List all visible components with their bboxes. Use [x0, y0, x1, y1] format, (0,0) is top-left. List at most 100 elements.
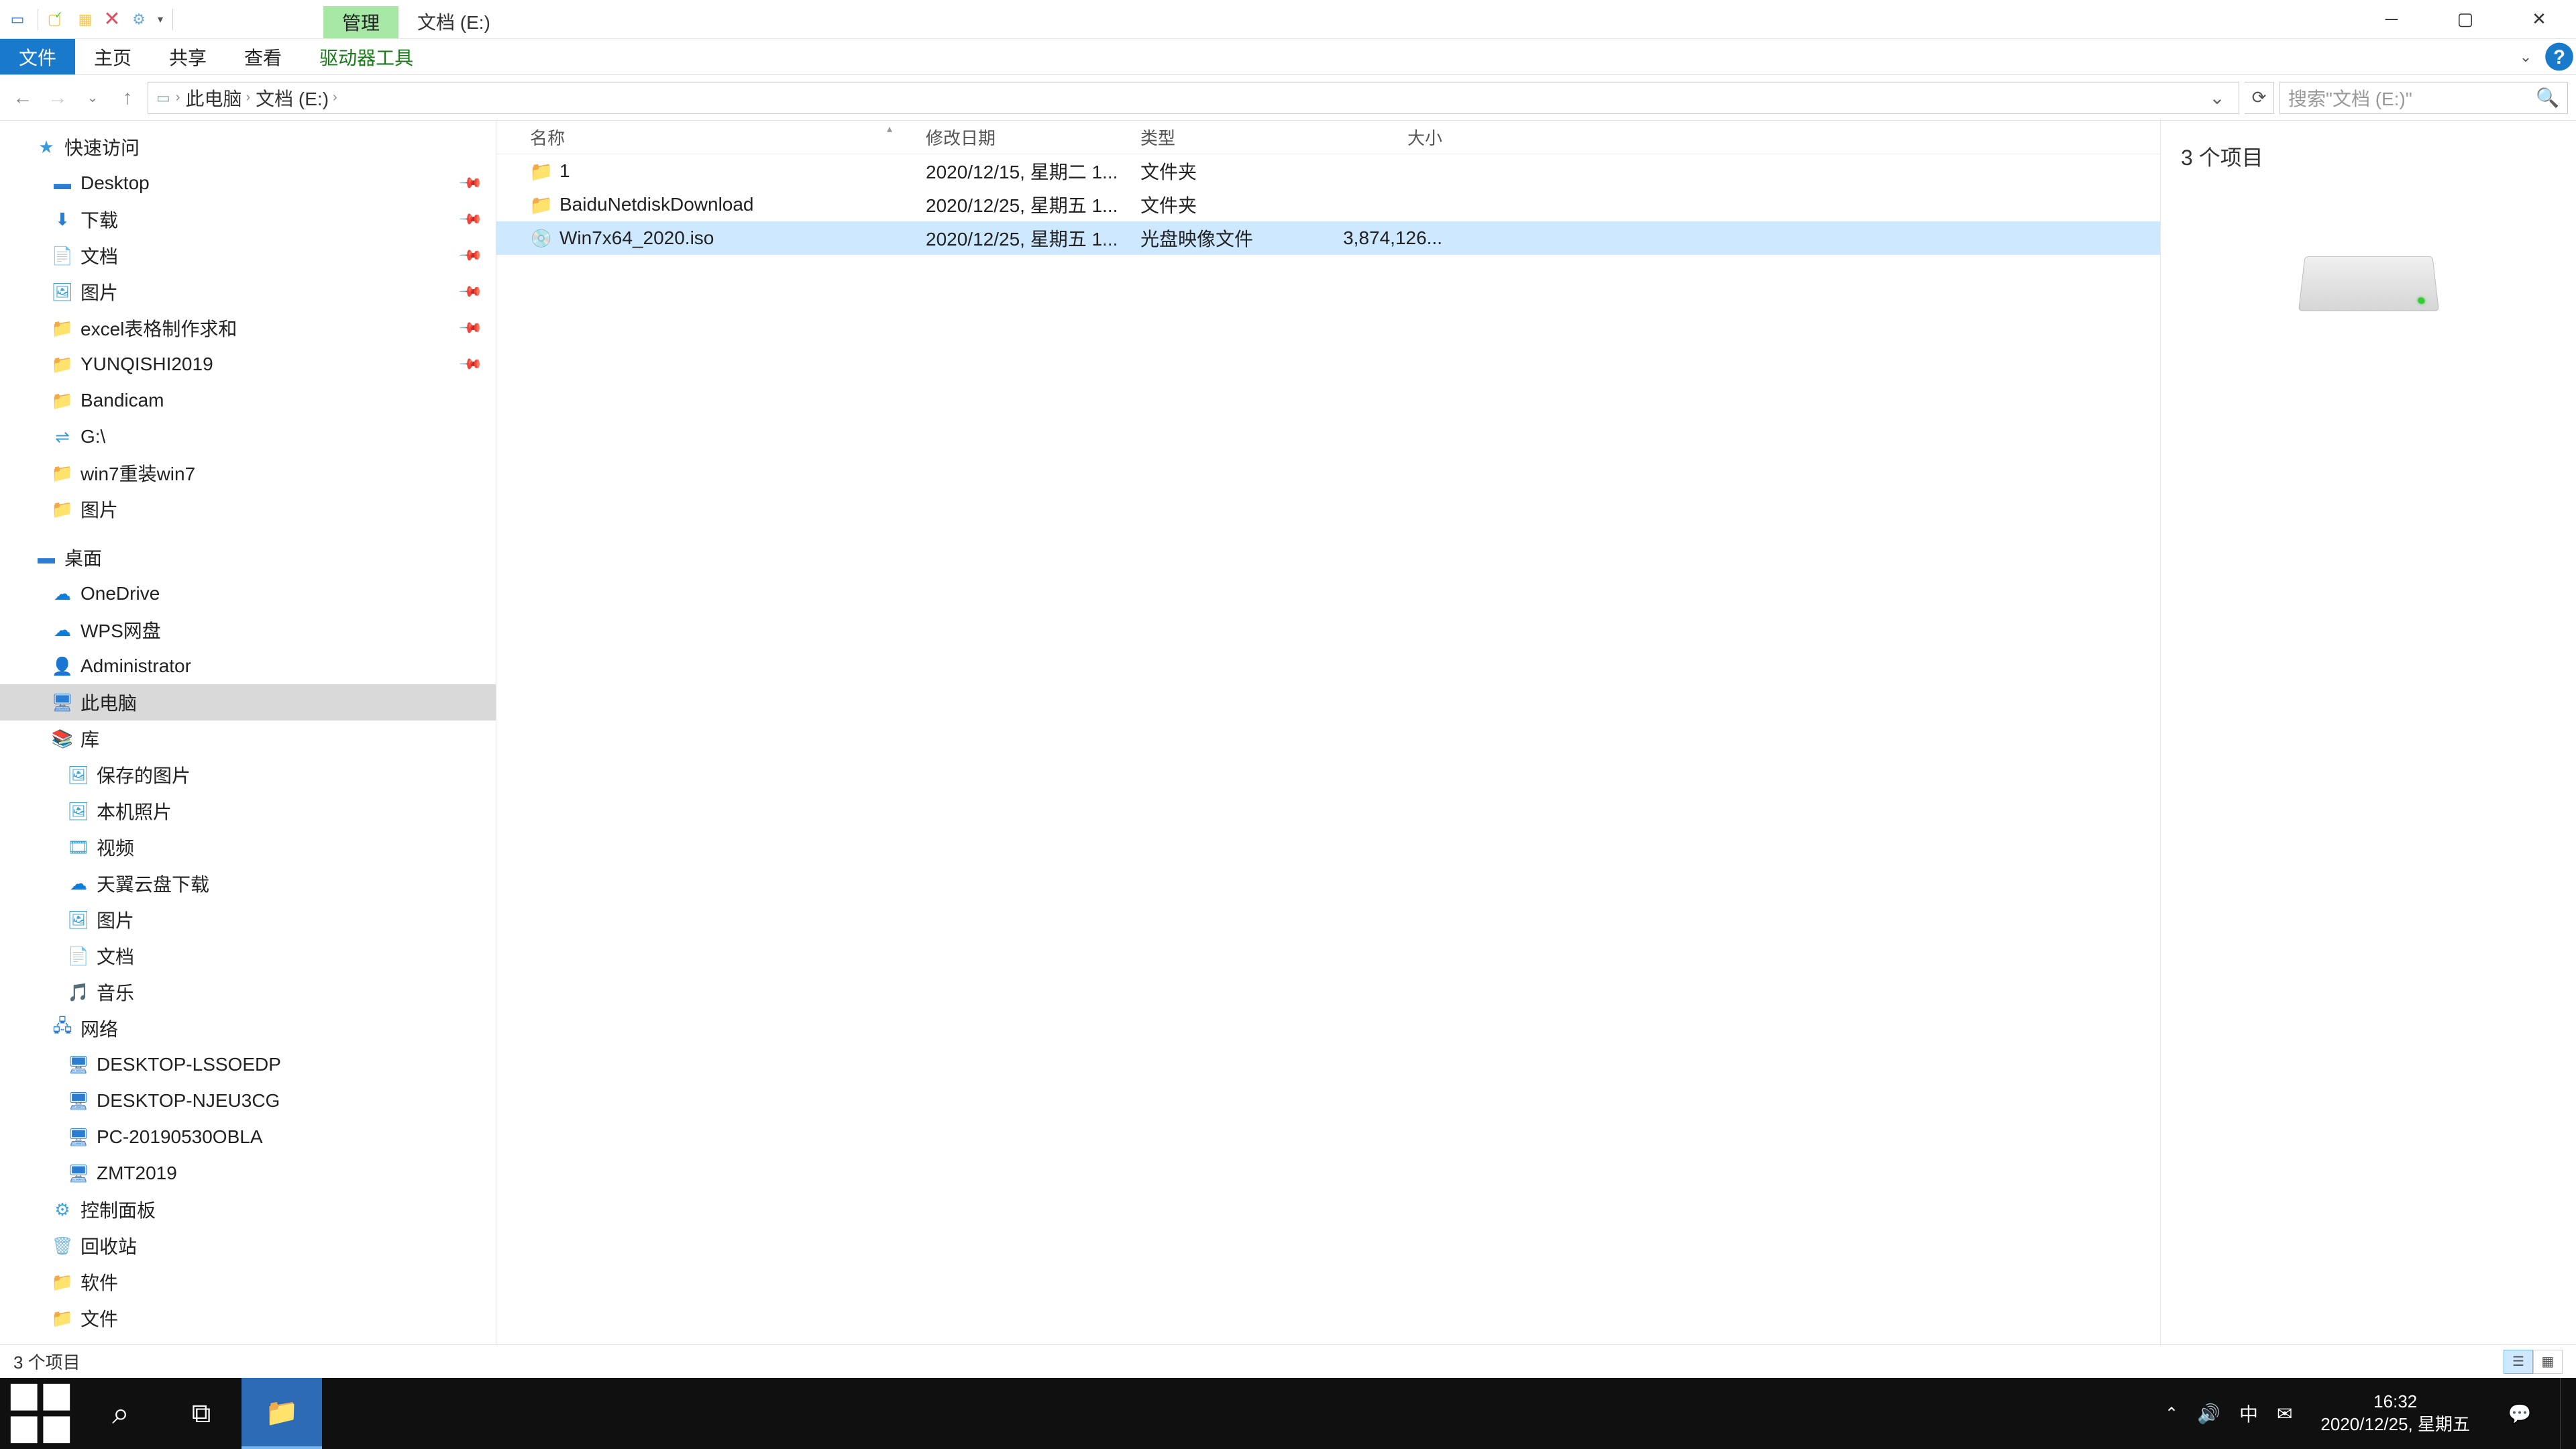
settings-icon[interactable]: ⚙ — [128, 9, 150, 30]
address-dropdown-icon[interactable]: ⌄ — [2204, 87, 2231, 109]
ribbon-expand-icon[interactable]: ⌄ — [2509, 39, 2542, 74]
nav-software[interactable]: 📁软件 — [0, 1264, 496, 1300]
view-icons-button[interactable]: ▦ — [2533, 1350, 2563, 1374]
task-view-button[interactable]: ⧉ — [161, 1378, 241, 1449]
close-button[interactable]: ✕ — [2502, 0, 2576, 39]
nav-gdrive[interactable]: ⇌G:\ — [0, 419, 496, 455]
properties-icon[interactable]: ▢✓ — [48, 9, 69, 30]
explorer-window: ▭ ▢✓ ▦ ✕ ⚙ ▾ 管理 文档 (E:) ─ ▢ ✕ 文件 主页 共享 查… — [0, 0, 2576, 1378]
qat-dropdown-icon[interactable]: ▾ — [158, 13, 163, 26]
nav-files[interactable]: 📁文件 — [0, 1300, 496, 1336]
show-desktop-button[interactable] — [2560, 1378, 2569, 1449]
nav-onedrive[interactable]: ☁OneDrive — [0, 576, 496, 612]
nav-documents[interactable]: 📄文档📌 — [0, 237, 496, 274]
chevron-right-icon[interactable]: › — [176, 90, 180, 105]
nav-pictures[interactable]: 🖼图片📌 — [0, 274, 496, 310]
breadcrumb-text: 文档 (E:) — [256, 85, 329, 111]
nav-label: 此电脑 — [80, 689, 137, 716]
up-button[interactable]: ↑ — [113, 83, 142, 113]
nav-pc-remote[interactable]: 🖥DESKTOP-NJEU3CG — [0, 1083, 496, 1119]
nav-win7reinstall[interactable]: 📁win7重装win7 — [0, 455, 496, 491]
file-row[interactable]: 💿Win7x64_2020.iso2020/12/25, 星期五 1...光盘映… — [496, 221, 2160, 255]
tray-overflow-icon[interactable]: ⌃ — [2165, 1404, 2178, 1424]
search-input[interactable]: 搜索"文档 (E:)" 🔍 — [2279, 82, 2568, 114]
tab-share[interactable]: 共享 — [150, 39, 225, 74]
pc-icon: 🖥 — [68, 1091, 89, 1111]
nav-downloads[interactable]: ⬇下载📌 — [0, 201, 496, 237]
navigation-pane[interactable]: ★快速访问 ▬Desktop📌 ⬇下载📌 📄文档📌 🖼图片📌 📁excel表格制… — [0, 121, 496, 1344]
nav-label: 网络 — [80, 1015, 118, 1042]
nav-pictures2[interactable]: 📁图片 — [0, 491, 496, 527]
volume-icon[interactable]: 🔊 — [2197, 1403, 2220, 1425]
nav-excel[interactable]: 📁excel表格制作求和📌 — [0, 310, 496, 346]
nav-tyy[interactable]: ☁天翼云盘下载 — [0, 865, 496, 902]
col-name[interactable]: 名称▴ — [523, 125, 919, 150]
nav-desktop[interactable]: ▬Desktop📌 — [0, 165, 496, 201]
nav-pc-remote[interactable]: 🖥DESKTOP-LSSOEDP — [0, 1046, 496, 1083]
action-center-icon[interactable]: 💬 — [2498, 1392, 2541, 1435]
library-icon: 📚 — [52, 729, 72, 749]
pin-icon: 📌 — [458, 279, 483, 305]
nav-saved-pics[interactable]: 🖼保存的图片 — [0, 757, 496, 793]
search-button[interactable]: ⌕ — [80, 1378, 161, 1449]
col-size[interactable]: 大小 — [1315, 125, 1449, 150]
back-button[interactable]: ← — [8, 83, 38, 113]
folder-icon: 📁 — [52, 354, 72, 374]
tab-drive-tools[interactable]: 驱动器工具 — [301, 39, 432, 74]
file-row[interactable]: 📁12020/12/15, 星期二 1...文件夹 — [496, 154, 2160, 188]
nav-quick-access[interactable]: ★快速访问 — [0, 129, 496, 165]
nav-control-panel[interactable]: ⚙控制面板 — [0, 1191, 496, 1228]
ime-indicator[interactable]: 中 — [2239, 1400, 2258, 1427]
nav-pics-lib[interactable]: 🖼图片 — [0, 902, 496, 938]
nav-recycle-bin[interactable]: 🗑回收站 — [0, 1228, 496, 1264]
nav-this-pc[interactable]: 🖥此电脑 — [0, 684, 496, 720]
nav-admin[interactable]: 👤Administrator — [0, 648, 496, 684]
file-list[interactable]: 名称▴ 修改日期 类型 大小 📁12020/12/15, 星期二 1...文件夹… — [496, 121, 2160, 1344]
refresh-button[interactable]: ⟳ — [2245, 82, 2274, 114]
nav-videos[interactable]: 🎞视频 — [0, 829, 496, 865]
chevron-right-icon[interactable]: › — [246, 90, 250, 105]
explorer-taskbar-button[interactable]: 📁 — [241, 1378, 322, 1449]
taskbar: ⌕ ⧉ 📁 ⌃ 🔊 中 ✉ 16:32 2020/12/25, 星期五 💬 — [0, 1378, 2576, 1449]
nav-yunqishi[interactable]: 📁YUNQISHI2019📌 — [0, 346, 496, 382]
forward-button[interactable]: → — [43, 83, 72, 113]
nav-bandicam[interactable]: 📁Bandicam — [0, 382, 496, 419]
minimize-button[interactable]: ─ — [2355, 0, 2428, 39]
nav-music[interactable]: 🎵音乐 — [0, 974, 496, 1010]
nav-desktop-root[interactable]: ▬桌面 — [0, 539, 496, 576]
new-folder-icon[interactable]: ▦ — [74, 9, 96, 30]
tab-home[interactable]: 主页 — [75, 39, 150, 74]
nav-label: excel表格制作求和 — [80, 315, 237, 341]
nav-pc-remote[interactable]: 🖥ZMT2019 — [0, 1155, 496, 1191]
breadcrumb-segment[interactable]: 此电脑› — [185, 85, 250, 111]
tab-view[interactable]: 查看 — [225, 39, 301, 74]
nav-wps[interactable]: ☁WPS网盘 — [0, 612, 496, 648]
file-row[interactable]: 📁BaiduNetdiskDownload2020/12/25, 星期五 1..… — [496, 188, 2160, 221]
breadcrumb-segment[interactable]: 文档 (E:) › — [256, 85, 337, 111]
address-bar[interactable]: ▭ › 此电脑› 文档 (E:)› ⌄ — [148, 82, 2239, 114]
view-details-button[interactable]: ☰ — [2504, 1350, 2533, 1374]
chevron-right-icon[interactable]: › — [333, 90, 337, 105]
nav-library[interactable]: 📚库 — [0, 720, 496, 757]
nav-docs-lib[interactable]: 📄文档 — [0, 938, 496, 974]
file-name: 1 — [559, 160, 570, 182]
col-date[interactable]: 修改日期 — [919, 125, 1134, 150]
maximize-button[interactable]: ▢ — [2428, 0, 2502, 39]
tab-file[interactable]: 文件 — [0, 39, 75, 74]
folder-icon: 📁 — [52, 318, 72, 338]
delete-icon[interactable]: ✕ — [101, 9, 123, 30]
search-icon[interactable]: 🔍 — [2536, 87, 2559, 109]
nav-pc-remote[interactable]: 🖥PC-20190530OBLA — [0, 1119, 496, 1155]
start-button[interactable] — [0, 1378, 80, 1449]
file-name: Win7x64_2020.iso — [559, 227, 714, 249]
recent-dropdown-icon[interactable]: ⌄ — [78, 83, 107, 113]
nav-label: Administrator — [80, 655, 191, 677]
tray-clock[interactable]: 16:32 2020/12/25, 星期五 — [2311, 1391, 2479, 1436]
help-icon[interactable]: ? — [2542, 39, 2576, 74]
mail-icon[interactable]: ✉ — [2277, 1403, 2292, 1425]
nav-camera-roll[interactable]: 🖼本机照片 — [0, 793, 496, 829]
pin-icon: 📌 — [458, 352, 483, 377]
nav-network[interactable]: 🖧网络 — [0, 1010, 496, 1046]
nav-label: 图片 — [97, 906, 134, 933]
col-type[interactable]: 类型 — [1134, 125, 1315, 150]
